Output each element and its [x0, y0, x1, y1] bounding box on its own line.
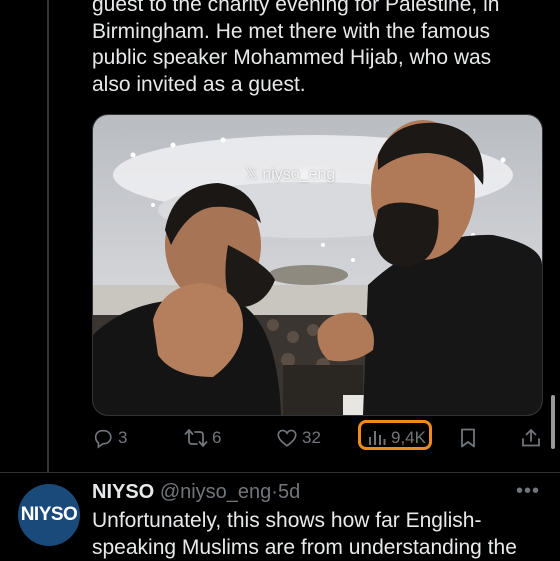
bookmark-button[interactable]	[458, 424, 478, 452]
reply-header: NIYSO @niyso_eng·5d	[92, 481, 300, 504]
tweet-text-line: guest to the charity evening for Palesti…	[92, 0, 552, 19]
reply-author-name[interactable]: NIYSO	[92, 481, 154, 503]
share-icon	[520, 427, 542, 449]
share-button[interactable]	[520, 424, 542, 452]
heart-icon	[276, 427, 298, 449]
reply-separator: ·	[271, 481, 278, 503]
tweet-text-line: also invited as a guest.	[92, 72, 552, 99]
scrollbar-thumb[interactable]	[551, 395, 555, 449]
thread-line	[47, 0, 49, 472]
repost-icon	[184, 427, 208, 449]
tweet-media-photo[interactable]: 𝕏 niyso_eng	[92, 114, 543, 416]
views-highlight-box	[358, 420, 432, 450]
like-count: 32	[302, 428, 321, 448]
reply-text: Unfortunately, this shows how far Englis…	[92, 508, 552, 561]
bookmark-icon	[458, 427, 478, 449]
repost-count: 6	[212, 428, 221, 448]
reply-avatar[interactable]: NIYSO	[18, 484, 80, 546]
reply-count: 3	[118, 428, 127, 448]
like-button[interactable]: 32	[276, 424, 321, 452]
tweet-text-line: Birmingham. He met there with the famous	[92, 19, 552, 46]
reply-button[interactable]: 3	[92, 424, 127, 452]
tweet-text-line: public speaker Mohammed Hijab, who was	[92, 45, 552, 72]
watermark-text: niyso_eng	[262, 166, 335, 183]
reply-icon	[92, 427, 114, 449]
reply-text-line: Unfortunately, this shows how far Englis…	[92, 508, 552, 535]
reply-author-handle[interactable]: @niyso_eng	[160, 481, 271, 503]
media-watermark: 𝕏 niyso_eng	[245, 164, 335, 184]
more-options-icon[interactable]: •••	[516, 480, 540, 503]
tweet-text: guest to the charity evening for Palesti…	[92, 0, 552, 98]
repost-button[interactable]: 6	[184, 424, 221, 452]
tweet-action-bar: 3 6 32 9,4K	[92, 424, 542, 452]
reply-text-line: speaking Muslims are from understanding …	[92, 535, 552, 561]
reply-timestamp[interactable]: 5d	[278, 481, 300, 503]
tweet-divider	[0, 472, 560, 473]
photo-illustration	[93, 115, 542, 415]
avatar-logo-text: NIYSO	[21, 504, 78, 526]
